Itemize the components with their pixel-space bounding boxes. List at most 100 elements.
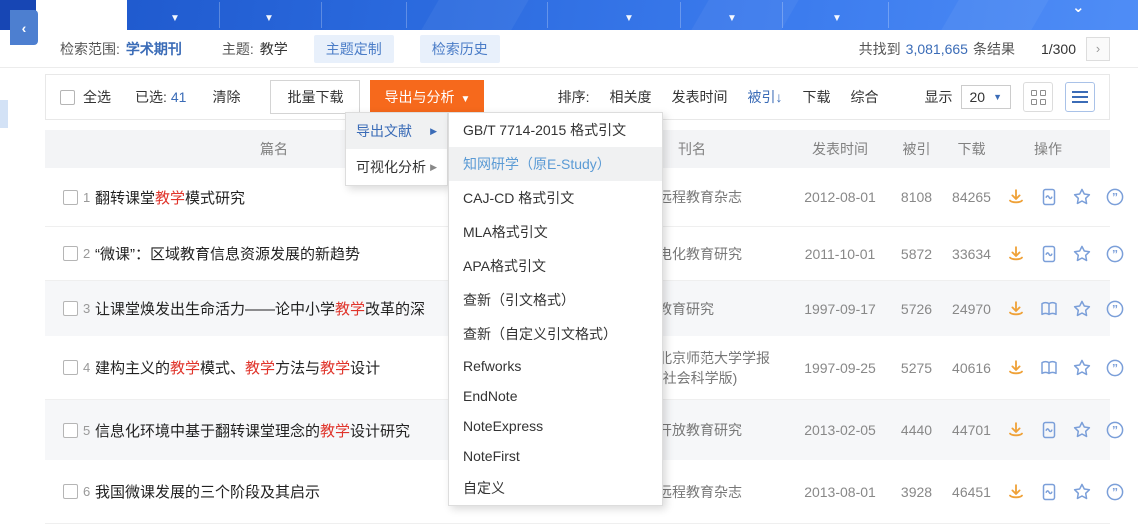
row-checkbox[interactable] [63, 360, 78, 375]
html-read-icon[interactable] [1039, 482, 1059, 502]
html-read-icon[interactable] [1039, 187, 1059, 207]
html-read-icon[interactable] [1039, 244, 1059, 264]
caret-down-icon: ▼ [993, 92, 1002, 102]
search-scope-bar: 检索范围: 学术期刊 主题: 教学 主题定制 检索历史 共找到 3,081,66… [0, 30, 1138, 68]
favorite-icon[interactable] [1072, 244, 1092, 264]
column-header-date: 发表时间 [790, 139, 890, 159]
sort-option-综合[interactable]: 综合 [851, 89, 879, 105]
sort-option-发表时间[interactable]: 发表时间 [672, 89, 728, 105]
grid-view-button[interactable] [1023, 82, 1053, 112]
download-icon[interactable] [1006, 244, 1026, 264]
submenu-item[interactable]: GB/T 7714-2015 格式引文 [449, 113, 662, 147]
publish-date: 1997-09-17 [790, 301, 890, 317]
download-icon[interactable] [1006, 358, 1026, 378]
nav-menu-caret-icon[interactable]: ▼ [727, 14, 737, 24]
submenu-item[interactable]: NoteExpress [449, 411, 662, 441]
row-checkbox[interactable] [63, 423, 78, 438]
sidebar-collapse-button[interactable]: ‹ [10, 10, 38, 45]
nav-menu-caret-icon[interactable]: ▼ [832, 14, 842, 24]
nav-menu-caret-icon[interactable]: ▼ [264, 14, 274, 24]
download-count: 24970 [943, 301, 1000, 317]
submenu-item[interactable]: 自定义 [449, 471, 662, 505]
download-icon[interactable] [1006, 299, 1026, 319]
scope-value[interactable]: 学术期刊 [126, 39, 182, 59]
favorite-icon[interactable] [1072, 187, 1092, 207]
nav-active-tab[interactable] [36, 0, 127, 30]
nav-divider [782, 2, 783, 28]
row-actions: ” [1000, 299, 1138, 319]
row-checkbox[interactable] [63, 301, 78, 316]
cited-count[interactable]: 8108 [890, 189, 943, 205]
list-view-button[interactable] [1065, 82, 1095, 112]
row-number: 6 [83, 484, 90, 499]
html-read-icon[interactable] [1039, 420, 1059, 440]
topic-custom-chip[interactable]: 主题定制 [314, 35, 394, 63]
publish-date: 2012-08-01 [790, 189, 890, 205]
nav-collapse-chevron-icon[interactable]: ⌄ [1072, 0, 1085, 16]
cited-count[interactable]: 5275 [890, 360, 943, 376]
book-icon[interactable] [1039, 299, 1059, 319]
journal-link[interactable]: 教育研究 [658, 299, 790, 319]
selected-label: 已选: [135, 87, 167, 107]
sort-option-下载[interactable]: 下载 [803, 89, 831, 105]
submenu-item[interactable]: CAJ-CD 格式引文 [449, 181, 662, 215]
row-actions: ” [1000, 244, 1138, 264]
nav-menu-caret-icon[interactable]: ▼ [170, 14, 180, 24]
nav-menu-caret-icon[interactable]: ▼ [624, 14, 634, 24]
cite-icon[interactable]: ” [1105, 482, 1125, 502]
batch-download-button[interactable]: 批量下载 [270, 80, 360, 114]
svg-text:”: ” [1112, 302, 1118, 316]
cite-icon[interactable]: ” [1105, 299, 1125, 319]
submenu-item[interactable]: APA格式引文 [449, 249, 662, 283]
favorite-icon[interactable] [1072, 358, 1092, 378]
cite-icon[interactable]: ” [1105, 358, 1125, 378]
download-icon[interactable] [1006, 187, 1026, 207]
result-prefix: 共找到 [859, 39, 901, 59]
submenu-item[interactable]: NoteFirst [449, 441, 662, 471]
menu-item-导出文献[interactable]: 导出文献▶ [346, 113, 447, 149]
submenu-item[interactable]: 查新（引文格式） [449, 283, 662, 317]
next-page-button[interactable]: › [1086, 37, 1110, 61]
row-checkbox[interactable] [63, 190, 78, 205]
download-icon[interactable] [1006, 420, 1026, 440]
book-icon[interactable] [1039, 358, 1059, 378]
display-label: 显示 [925, 87, 953, 107]
page-size-select[interactable]: 20 ▼ [961, 85, 1012, 109]
journal-link[interactable]: 电化教育研究 [658, 244, 790, 264]
select-all-checkbox[interactable] [60, 90, 75, 105]
cite-icon[interactable]: ” [1105, 187, 1125, 207]
column-header-source: 刊名 [658, 139, 790, 159]
row-checkbox[interactable] [63, 484, 78, 499]
cited-count[interactable]: 5726 [890, 301, 943, 317]
sort-option-相关度[interactable]: 相关度 [610, 89, 652, 105]
menu-item-可视化分析[interactable]: 可视化分析▶ [346, 149, 447, 185]
cited-count[interactable]: 5872 [890, 246, 943, 262]
select-all-label[interactable]: 全选 [83, 87, 111, 107]
row-checkbox[interactable] [63, 246, 78, 261]
column-header-ops: 操作 [1000, 139, 1110, 159]
submenu-item[interactable]: Refworks [449, 351, 662, 381]
favorite-icon[interactable] [1072, 420, 1092, 440]
journal-link[interactable]: 开放教育研究 [658, 420, 790, 440]
cite-icon[interactable]: ” [1105, 244, 1125, 264]
journal-link[interactable]: 远程教育杂志 [658, 187, 790, 207]
svg-text:”: ” [1112, 424, 1118, 438]
nav-divider [219, 2, 220, 28]
submenu-item[interactable]: 知网研学（原E-Study） [449, 147, 662, 181]
cited-count[interactable]: 4440 [890, 422, 943, 438]
submenu-item[interactable]: MLA格式引文 [449, 215, 662, 249]
search-history-chip[interactable]: 检索历史 [420, 35, 500, 63]
sort-option-被引[interactable]: 被引↓ [748, 89, 783, 105]
cite-icon[interactable]: ” [1105, 420, 1125, 440]
page-indicator: 1/300 [1041, 41, 1076, 57]
cited-count[interactable]: 3928 [890, 484, 943, 500]
favorite-icon[interactable] [1072, 299, 1092, 319]
submenu-item[interactable]: EndNote [449, 381, 662, 411]
journal-link[interactable]: 远程教育杂志 [658, 482, 790, 502]
clear-selection-button[interactable]: 清除 [212, 87, 240, 107]
export-analyze-button[interactable]: 导出与分析▼ [370, 80, 484, 114]
journal-link[interactable]: 北京师范大学学报(社会科学版) [658, 348, 790, 388]
download-icon[interactable] [1006, 482, 1026, 502]
submenu-item[interactable]: 查新（自定义引文格式） [449, 317, 662, 351]
favorite-icon[interactable] [1072, 482, 1092, 502]
